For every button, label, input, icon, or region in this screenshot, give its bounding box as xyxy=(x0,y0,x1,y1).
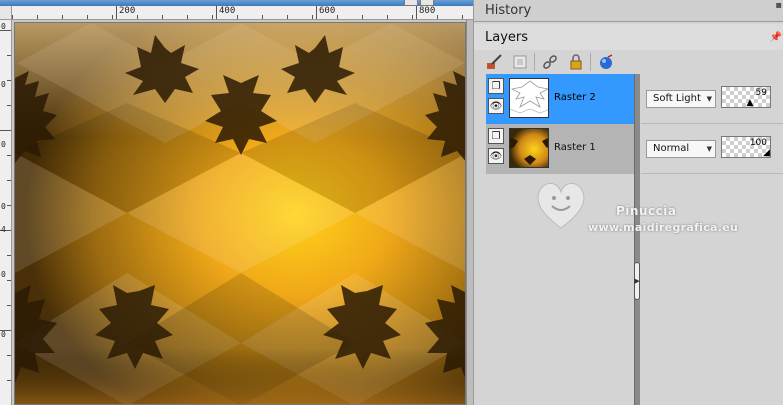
lock-icon[interactable] xyxy=(566,52,586,72)
globe-icon[interactable] xyxy=(596,52,616,72)
layer-name[interactable]: Raster 2 xyxy=(554,92,596,103)
layer-row-raster-2[interactable]: ❐ 👁 Raster 2 xyxy=(486,74,634,124)
vruler-label: 0 xyxy=(1,22,6,31)
link-icon[interactable] xyxy=(540,52,560,72)
opacity-value: 59 xyxy=(755,88,767,98)
ruler-label-800: 800 xyxy=(419,6,436,16)
horizontal-ruler: 200 400 600 800 xyxy=(12,6,473,20)
layer-group-icon[interactable]: ❐ xyxy=(488,78,504,94)
opacity-marker-icon[interactable]: ▲ xyxy=(747,98,754,108)
layer-properties-row: Normal ▼ 100 ◢ xyxy=(641,124,783,174)
watermark: Pinuccia www.maidiregrafica.eu xyxy=(532,176,782,246)
blend-mode-dropdown[interactable]: Normal ▼ xyxy=(646,140,716,158)
layer-list: ❐ 👁 Raster 2 ❐ 👁 Raster 1 xyxy=(486,74,634,174)
watermark-url: www.maidiregrafica.eu xyxy=(588,221,739,234)
brush-icon[interactable] xyxy=(484,52,504,72)
layers-panel-header[interactable]: Layers 📌 xyxy=(474,24,783,50)
image-canvas[interactable] xyxy=(14,22,466,405)
panel-splitter[interactable] xyxy=(634,74,640,405)
layer-row-raster-1[interactable]: ❐ 👁 Raster 1 xyxy=(486,124,634,174)
ruler-label-600: 600 xyxy=(319,6,336,16)
opacity-marker-icon[interactable]: ◢ xyxy=(763,148,770,158)
vertical-scrollbar[interactable] xyxy=(466,20,473,405)
vruler-label: 0 xyxy=(1,80,6,89)
layer-name[interactable]: Raster 1 xyxy=(554,142,596,153)
vertical-ruler: 0 0 0 0 4 0 0 xyxy=(0,20,12,405)
opacity-slider[interactable]: 59 ▲ xyxy=(721,86,771,108)
right-dock-panel: History ▪ Layers 📌 ❐ 👁 Raster 2 ❐ 👁 Rast… xyxy=(473,0,783,405)
vruler-label: 4 xyxy=(1,225,6,234)
splitter-grip-icon[interactable]: ▶ xyxy=(634,262,640,300)
new-layer-icon[interactable] xyxy=(510,52,530,72)
layers-toolbar xyxy=(482,50,782,74)
layer-properties: Soft Light ▼ 59 ▲ Normal ▼ 100 ◢ xyxy=(641,74,783,174)
canvas-artwork xyxy=(15,23,465,404)
visibility-eye-icon[interactable]: 👁 xyxy=(488,98,504,114)
layer-group-icon[interactable]: ❐ xyxy=(488,128,504,144)
heart-logo-icon xyxy=(537,183,585,229)
dropdown-arrow-icon: ▼ xyxy=(706,145,712,153)
vruler-label: 0 xyxy=(1,140,6,149)
vruler-label: 0 xyxy=(1,202,6,211)
dropdown-arrow-icon: ▼ xyxy=(706,95,712,103)
pin-icon[interactable]: 📌 xyxy=(770,32,782,43)
ruler-label-200: 200 xyxy=(119,6,136,16)
watermark-name: Pinuccia xyxy=(616,204,677,218)
canvas-workspace: 200 400 600 800 0 0 0 0 4 0 0 xyxy=(0,0,473,405)
blend-mode-value: Normal xyxy=(653,143,690,154)
layer-thumbnail xyxy=(509,128,549,168)
opacity-value: 100 xyxy=(749,138,767,148)
vruler-label: 0 xyxy=(1,270,6,279)
blend-mode-value: Soft Light xyxy=(653,93,701,104)
layer-properties-row: Soft Light ▼ 59 ▲ xyxy=(641,74,783,124)
history-title: History xyxy=(485,3,532,18)
visibility-eye-icon[interactable]: 👁 xyxy=(488,148,504,164)
ruler-corner xyxy=(0,6,12,20)
layers-title: Layers xyxy=(485,30,529,45)
history-panel-tab[interactable]: History ▪ xyxy=(474,0,783,22)
layer-thumbnail xyxy=(509,78,549,118)
blend-mode-dropdown[interactable]: Soft Light ▼ xyxy=(646,90,716,108)
pin-icon[interactable]: ▪ xyxy=(775,0,782,11)
opacity-slider[interactable]: 100 ◢ xyxy=(721,136,771,158)
app-window: 200 400 600 800 0 0 0 0 4 0 0 History ▪ … xyxy=(0,0,783,405)
ruler-label-400: 400 xyxy=(219,6,236,16)
vruler-label: 0 xyxy=(1,330,6,339)
